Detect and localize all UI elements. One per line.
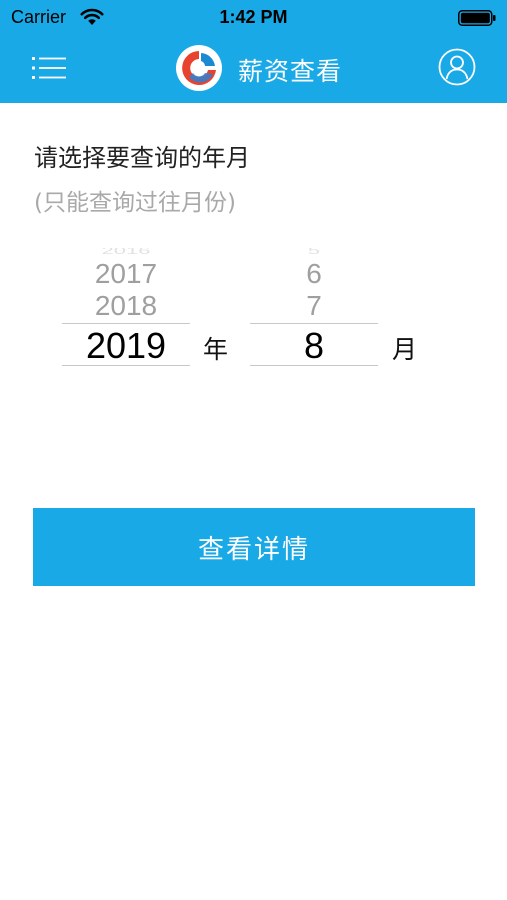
month-picker[interactable]: 5 6 7 8: [250, 248, 378, 368]
salary-query-screen: Carrier 1:42 PM 薪资查看 请选择要查询的年月 (只能查询过往月份…: [0, 0, 507, 900]
month-unit-label: 月: [392, 335, 418, 364]
picker-selection-bottom-line: [250, 365, 378, 366]
view-details-button[interactable]: 查看详情: [33, 508, 475, 586]
picker-selection-top-line: [250, 323, 378, 324]
status-time: 1:42 PM: [219, 7, 288, 27]
year-option[interactable]: 2018: [62, 290, 190, 322]
picker-selection-bottom-line: [62, 365, 190, 366]
battery-icon: [458, 10, 496, 26]
selected-month[interactable]: 8: [250, 325, 378, 367]
month-option[interactable]: 5: [250, 248, 378, 257]
status-bar: Carrier 1:42 PM: [0, 0, 507, 36]
selected-year[interactable]: 2019: [62, 325, 190, 367]
navigation-bar: 薪资查看: [0, 36, 507, 103]
app-logo-icon: [176, 45, 222, 91]
year-option[interactable]: 2017: [62, 258, 190, 290]
menu-button[interactable]: [28, 50, 70, 86]
list-menu-icon: [32, 57, 66, 79]
page-title: 薪资查看: [238, 57, 343, 86]
user-profile-icon: [438, 48, 476, 86]
profile-button[interactable]: [437, 47, 477, 87]
picker-selection-top-line: [62, 323, 190, 324]
year-option[interactable]: 2016: [62, 248, 190, 257]
query-prompt: 请选择要查询的年月: [34, 144, 250, 172]
month-option[interactable]: 7: [250, 290, 378, 322]
year-unit-label: 年: [203, 335, 229, 364]
month-option[interactable]: 6: [250, 258, 378, 290]
year-picker[interactable]: 2016 2017 2018 2019: [62, 248, 190, 368]
query-hint: (只能查询过往月份): [34, 190, 236, 216]
